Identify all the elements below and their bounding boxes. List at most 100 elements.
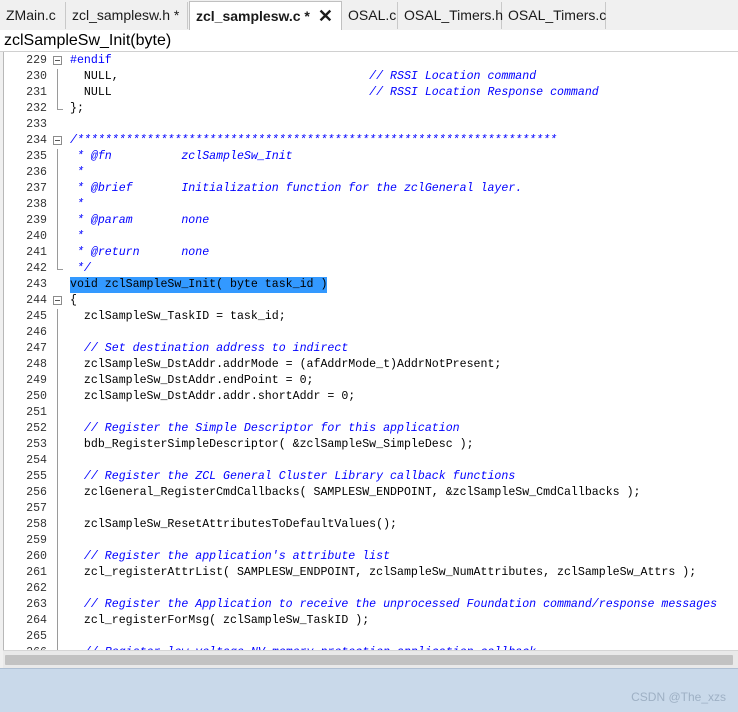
code-editor[interactable]: 229 #endif 230 NULL, // RSSI Location comm… xyxy=(3,52,738,650)
fold-end-marker xyxy=(57,101,63,110)
code-line[interactable]: 246 xyxy=(4,325,738,341)
code-line[interactable]: 247 // Set destination address to indire… xyxy=(4,341,738,357)
code-text: /***************************************… xyxy=(70,134,558,147)
code-line[interactable]: 250 zclSampleSw_DstAddr.addr.shortAddr =… xyxy=(4,389,738,405)
tab-osal-timers-c[interactable]: OSAL_Timers.c xyxy=(502,2,606,29)
code-line[interactable]: 236 * xyxy=(4,165,738,181)
fold-guide xyxy=(57,325,58,341)
code-text: * xyxy=(70,230,84,243)
fold-guide xyxy=(57,197,58,213)
code-line[interactable]: 265 xyxy=(4,629,738,645)
code-text: void zclSampleSw_Init( byte task_id ) xyxy=(70,277,328,293)
code-line[interactable]: 234 /************************************… xyxy=(4,133,738,149)
close-icon[interactable]: ✕ xyxy=(318,2,333,31)
tab-zcl-samplesw-h[interactable]: zcl_samplesw.h * xyxy=(66,2,188,29)
fold-guide xyxy=(57,309,58,325)
fold-guide xyxy=(57,85,58,101)
function-bar[interactable]: zclSampleSw_Init(byte) xyxy=(0,30,738,52)
tab-bar: ZMain.c zcl_samplesw.h * zcl_samplesw.c … xyxy=(0,0,738,31)
code-text: */ xyxy=(70,262,91,275)
code-line[interactable]: 248 zclSampleSw_DstAddr.addrMode = (afAd… xyxy=(4,357,738,373)
fold-guide xyxy=(57,149,58,165)
code-line[interactable]: 262 xyxy=(4,581,738,597)
code-line[interactable]: 242 */ xyxy=(4,261,738,277)
comment-segment: // RSSI Location Response command xyxy=(369,86,599,99)
code-line[interactable]: 260 // Register the application's attrib… xyxy=(4,549,738,565)
line-number: 238 xyxy=(26,198,47,211)
code-line[interactable]: 261 zcl_registerAttrList( SAMPLESW_ENDPO… xyxy=(4,565,738,581)
code-line[interactable]: 233 xyxy=(4,117,738,133)
code-line[interactable]: 231 NULL // RSSI Location Response comma… xyxy=(4,85,738,101)
code-text: zcl_registerAttrList( SAMPLESW_ENDPOINT,… xyxy=(70,566,697,579)
fold-guide xyxy=(57,213,58,229)
code-text: zclSampleSw_DstAddr.endPoint = 0; xyxy=(70,374,314,387)
code-text: * xyxy=(70,166,84,179)
code-text: // Set destination address to indirect xyxy=(70,342,349,355)
fold-guide xyxy=(57,181,58,197)
fold-guide xyxy=(57,69,58,85)
status-area: CSDN @The_xzs xyxy=(0,668,738,712)
fold-guide xyxy=(57,469,58,485)
code-line[interactable]: 254 xyxy=(4,453,738,469)
code-line[interactable]: 240 * xyxy=(4,229,738,245)
tab-osal-timers-h[interactable]: OSAL_Timers.h xyxy=(398,2,503,29)
line-number: 263 xyxy=(26,598,47,611)
watermark: CSDN @The_xzs xyxy=(631,690,726,704)
tab-label: OSAL_Timers.c xyxy=(508,7,607,23)
line-number: 236 xyxy=(26,166,47,179)
code-text: zclSampleSw_DstAddr.addr.shortAddr = 0; xyxy=(70,390,356,403)
scrollbar-thumb[interactable] xyxy=(5,655,733,665)
code-line[interactable]: 258 zclSampleSw_ResetAttributesToDefault… xyxy=(4,517,738,533)
line-number: 230 xyxy=(26,70,47,83)
line-number: 250 xyxy=(26,390,47,403)
code-line[interactable]: 256 zclGeneral_RegisterCmdCallbacks( SAM… xyxy=(4,485,738,501)
code-line[interactable]: 251 xyxy=(4,405,738,421)
code-line[interactable]: 264 zcl_registerForMsg( zclSampleSw_Task… xyxy=(4,613,738,629)
code-line[interactable]: 252 // Register the Simple Descriptor fo… xyxy=(4,421,738,437)
line-number: 251 xyxy=(26,406,47,419)
line-number: 264 xyxy=(26,614,47,627)
fold-guide xyxy=(57,405,58,421)
code-line[interactable]: 249 zclSampleSw_DstAddr.endPoint = 0; xyxy=(4,373,738,389)
fold-guide xyxy=(57,549,58,565)
code-line[interactable]: 235 * @fn zclSampleSw_Init xyxy=(4,149,738,165)
code-line[interactable]: 253 bdb_RegisterSimpleDescriptor( &zclSa… xyxy=(4,437,738,453)
code-line[interactable]: 245 zclSampleSw_TaskID = task_id; xyxy=(4,309,738,325)
code-text: NULL, // RSSI Location command xyxy=(70,69,536,85)
line-number: 255 xyxy=(26,470,47,483)
line-number: 231 xyxy=(26,86,47,99)
code-line[interactable]: 241 * @return none xyxy=(4,245,738,261)
fold-guide xyxy=(57,533,58,549)
code-line[interactable]: 239 * @param none xyxy=(4,213,738,229)
fold-collapse-icon[interactable] xyxy=(53,56,62,65)
fold-collapse-icon[interactable] xyxy=(53,136,62,145)
code-line[interactable]: 255 // Register the ZCL General Cluster … xyxy=(4,469,738,485)
code-line[interactable]: 243 void zclSampleSw_Init( byte task_id ) xyxy=(4,277,738,293)
line-number: 234 xyxy=(26,134,47,147)
fold-collapse-icon[interactable] xyxy=(53,296,62,305)
code-line[interactable]: 229 #endif xyxy=(4,53,738,69)
tab-zmain-c[interactable]: ZMain.c xyxy=(0,2,66,29)
horizontal-scrollbar[interactable] xyxy=(3,650,738,669)
fold-guide xyxy=(57,421,58,437)
line-number: 260 xyxy=(26,550,47,563)
code-text: * @brief Initialization function for the… xyxy=(70,182,523,195)
code-line[interactable]: 237 * @brief Initialization function for… xyxy=(4,181,738,197)
code-line[interactable]: 244 { xyxy=(4,293,738,309)
line-number: 235 xyxy=(26,150,47,163)
code-segment: NULL, xyxy=(70,70,370,83)
code-line[interactable]: 257 xyxy=(4,501,738,517)
code-line[interactable]: 263 // Register the Application to recei… xyxy=(4,597,738,613)
tab-zcl-samplesw-c[interactable]: zcl_samplesw.c * ✕ xyxy=(189,1,342,31)
tab-osal-c[interactable]: OSAL.c xyxy=(342,2,398,29)
code-line[interactable]: 232}; xyxy=(4,101,738,117)
code-line[interactable]: 238 * xyxy=(4,197,738,213)
code-line[interactable]: 230 NULL, // RSSI Location command xyxy=(4,69,738,85)
code-line[interactable]: 259 xyxy=(4,533,738,549)
code-text: #endif xyxy=(70,54,112,67)
line-number: 258 xyxy=(26,518,47,531)
code-area[interactable]: 229 #endif 230 NULL, // RSSI Location comm… xyxy=(4,52,738,650)
line-number: 232 xyxy=(26,102,47,115)
fold-guide xyxy=(57,357,58,373)
line-number: 229 xyxy=(26,54,47,67)
